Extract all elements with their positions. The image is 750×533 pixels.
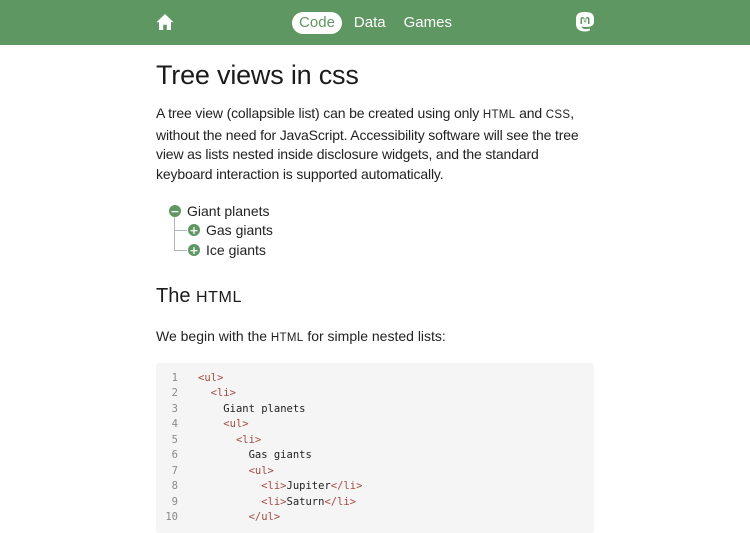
code-text: Gas giants <box>248 449 312 462</box>
line-number: 3 <box>171 402 178 415</box>
code-line: 2 <li> <box>156 386 594 402</box>
intro-html-abbr: html <box>482 109 516 121</box>
code-tag: <ul> <box>248 464 274 477</box>
article: Tree views in css A tree view (collapsib… <box>156 45 596 533</box>
code-text: Jupiter <box>286 480 331 493</box>
tree-item-label: Giant planets <box>187 203 270 219</box>
section-text-2: for simple nested lists: <box>303 328 446 344</box>
code-source: <li>Saturn</li> <box>198 496 356 508</box>
collapse-icon[interactable]: − <box>169 205 181 217</box>
code-block: 1 <ul> 2 <li> 3 Giant planets 4 <ul> 5 <li> 6 … <box>156 363 594 533</box>
code-line: 4 <ul> <box>156 417 594 433</box>
code-tag: </li> <box>324 495 357 508</box>
code-source: <li>Jupiter</li> <box>198 480 362 492</box>
line-number: 5 <box>171 433 178 446</box>
code-line: 7 <ul> <box>156 463 594 479</box>
tree-item-root[interactable]: − Giant planets <box>169 201 270 221</box>
code-source: <li> <box>198 387 236 399</box>
line-number: 2 <box>171 387 178 400</box>
code-tag: <li> <box>261 495 287 508</box>
mastodon-link[interactable] <box>574 11 596 34</box>
section-paragraph: We begin with the html for simple nested… <box>156 327 596 348</box>
main-nav: Code Data Games <box>0 0 750 45</box>
section-heading-text: The <box>156 285 197 307</box>
code-line: 6 Gas giants <box>156 448 594 464</box>
code-line: 1 <ul> <box>156 370 594 386</box>
code-text: Saturn <box>286 495 325 508</box>
code-source: <ul> <box>198 465 274 477</box>
line-number: 10 <box>165 511 178 524</box>
intro-text-2: and <box>515 105 546 121</box>
code-source: <ul> <box>198 418 249 431</box>
tree-connector-horizontal <box>174 230 187 231</box>
code-line: 8 <li>Jupiter</li> <box>156 479 594 495</box>
line-number: 6 <box>171 449 178 462</box>
section-text-1: We begin with the <box>156 328 271 344</box>
code-tag: <li> <box>261 480 287 493</box>
code-text: Giant planets <box>223 402 306 415</box>
line-number: 1 <box>171 371 178 384</box>
line-number: 9 <box>171 495 178 508</box>
line-number: 7 <box>171 464 178 477</box>
tree-item-label: Gas giants <box>206 222 273 238</box>
code-tag: </ul> <box>248 511 281 524</box>
code-source: Gas giants <box>198 449 312 461</box>
intro-css-abbr: css <box>545 109 571 121</box>
code-source: Giant planets <box>198 403 305 415</box>
section-heading: The html <box>156 284 596 310</box>
code-tag: <ul> <box>223 418 249 431</box>
tree-connector-horizontal <box>174 250 187 251</box>
code-line: 5 <li> <box>156 432 594 448</box>
page-title: Tree views in css <box>156 60 359 90</box>
line-number: 4 <box>171 418 178 431</box>
code-line: 9 <li>Saturn</li> <box>156 494 594 510</box>
code-tag: <ul> <box>198 371 224 384</box>
tree-item-gas-giants[interactable]: + Gas giants <box>188 220 273 240</box>
code-source: <ul> <box>198 372 223 384</box>
tree-item-ice-giants[interactable]: + Ice giants <box>188 240 266 260</box>
code-tag: <li> <box>210 387 236 400</box>
tree-connector-vertical <box>174 217 175 250</box>
expand-icon[interactable]: + <box>188 244 200 256</box>
nav-link-data[interactable]: Data <box>348 12 392 34</box>
intro-paragraph: A tree view (collapsible list) can be cr… <box>156 104 596 184</box>
code-line: 3 Giant planets <box>156 401 594 417</box>
code-line: 10 </ul> <box>156 510 594 526</box>
nav-link-code[interactable]: Code <box>292 11 342 34</box>
code-tag: </li> <box>330 480 363 493</box>
mastodon-icon <box>576 12 594 32</box>
intro-text-1: A tree view (collapsible list) can be cr… <box>156 105 483 121</box>
nav-link-games[interactable]: Games <box>398 12 458 34</box>
tree-item-label: Ice giants <box>206 242 266 258</box>
section-heading-abbr: html <box>196 289 242 306</box>
line-number: 8 <box>171 480 178 493</box>
code-source: </ul> <box>198 511 281 524</box>
expand-icon[interactable]: + <box>188 224 200 236</box>
code-source: <li> <box>198 434 261 446</box>
code-tag: <li> <box>235 433 262 446</box>
tree-view-demo: − Giant planets + Gas giants + Ice giant… <box>169 201 596 261</box>
top-navigation-bar: Code Data Games <box>0 0 750 45</box>
section-html-abbr: html <box>270 332 304 344</box>
